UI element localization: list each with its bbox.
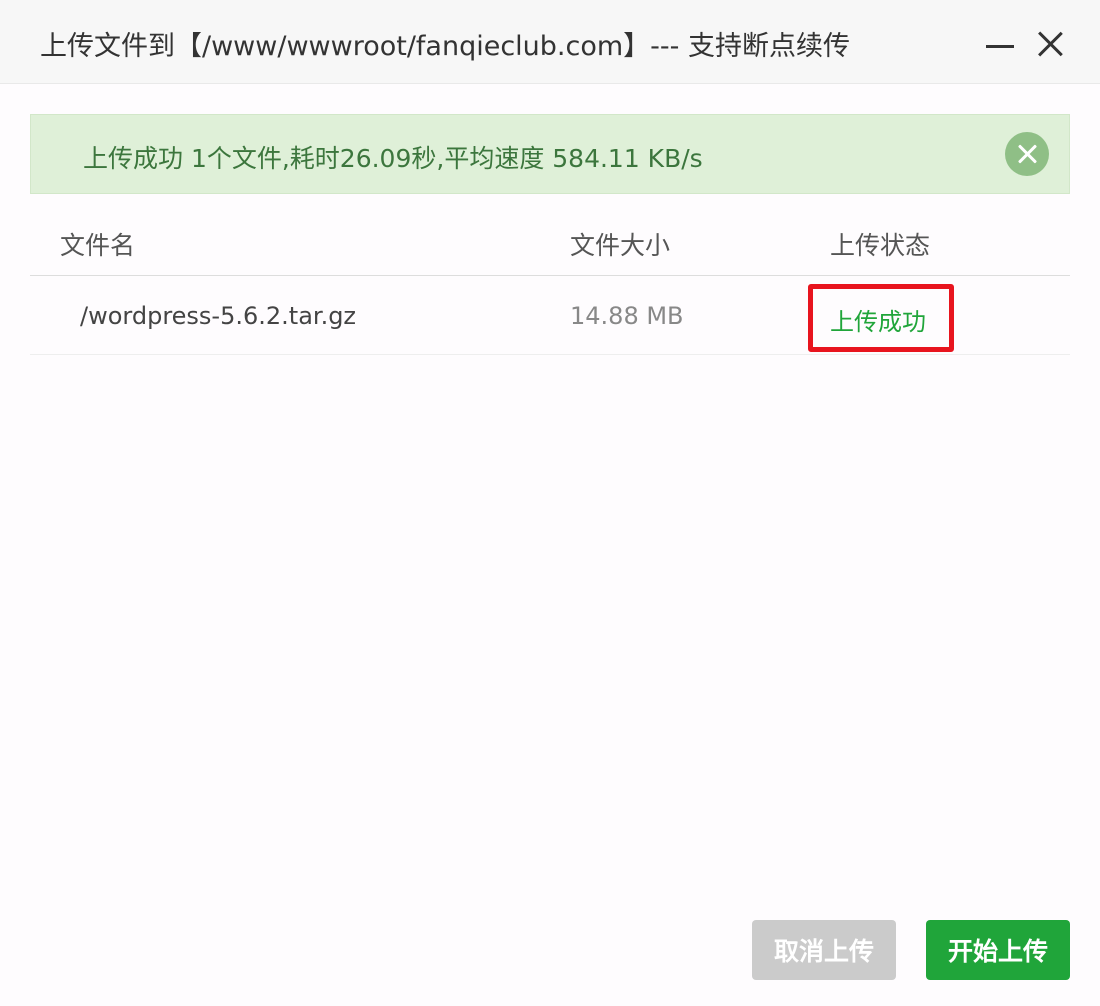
upload-status: 上传成功 xyxy=(830,308,926,336)
close-icon xyxy=(1037,31,1063,57)
minimize-icon xyxy=(986,44,1014,48)
minimize-button[interactable] xyxy=(980,24,1020,64)
dialog-title: 上传文件到【/www/wwwroot/fanqieclub.com】--- 支持… xyxy=(40,31,850,62)
file-name: /wordpress-5.6.2.tar.gz xyxy=(80,302,357,330)
header-status: 上传状态 xyxy=(830,231,931,260)
success-alert: 上传成功 1个文件,耗时26.09秒,平均速度 584.11 KB/s xyxy=(30,114,1070,194)
close-circle-icon xyxy=(1017,144,1037,164)
alert-close-button[interactable] xyxy=(1005,132,1049,176)
alert-message: 上传成功 1个文件,耗时26.09秒,平均速度 584.11 KB/s xyxy=(83,144,703,173)
upload-dialog: 上传文件到【/www/wwwroot/fanqieclub.com】--- 支持… xyxy=(0,0,1100,1006)
header-filesize: 文件大小 xyxy=(570,231,671,260)
table-row: /wordpress-5.6.2.tar.gz 14.88 MB 上传成功 xyxy=(30,276,1070,355)
file-size: 14.88 MB xyxy=(570,302,684,330)
upload-file-table: 文件名 文件大小 上传状态 /wordpress-5.6.2.tar.gz 14… xyxy=(30,204,1070,355)
cancel-upload-button[interactable]: 取消上传 xyxy=(752,920,896,980)
header-filename: 文件名 xyxy=(60,231,136,260)
start-upload-button[interactable]: 开始上传 xyxy=(926,920,1070,980)
table-header: 文件名 文件大小 上传状态 xyxy=(30,204,1070,276)
title-bar: 上传文件到【/www/wwwroot/fanqieclub.com】--- 支持… xyxy=(0,0,1100,84)
close-button[interactable] xyxy=(1030,24,1070,64)
